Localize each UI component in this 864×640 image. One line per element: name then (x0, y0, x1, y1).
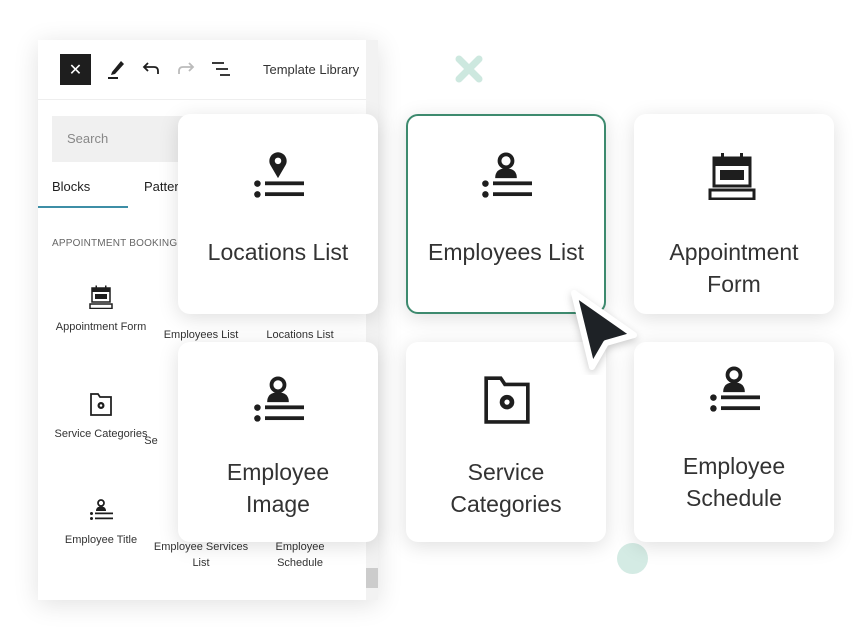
decorative-circle (617, 543, 648, 574)
employee-list-icon (252, 376, 304, 424)
tab-blocks[interactable]: Blocks (52, 179, 90, 194)
list-view-icon[interactable] (210, 58, 232, 80)
employee-list-icon (89, 499, 113, 521)
folder-gear-icon (90, 393, 112, 416)
close-button[interactable]: ✕ (60, 54, 91, 85)
card-appointment-form[interactable]: Appointment Form (634, 114, 834, 314)
editor-header: ✕ Template Library (38, 40, 378, 100)
block-label: Se (144, 435, 158, 447)
redo-icon[interactable] (176, 58, 196, 80)
calendar-form-icon (89, 285, 113, 309)
template-title[interactable]: Template Library (263, 62, 359, 77)
card-label: Employee Image (226, 459, 330, 517)
tab-patterns[interactable]: Patter (144, 179, 179, 194)
card-label: Locations List (207, 239, 349, 265)
block-partial[interactable]: Se (121, 433, 181, 449)
undo-icon[interactable] (141, 58, 161, 80)
active-tab-indicator (38, 206, 128, 208)
card-locations-list[interactable]: Locations List (178, 114, 378, 314)
pencil-icon[interactable] (106, 58, 126, 80)
block-employee-schedule[interactable]: Employee Schedule (250, 539, 350, 571)
block-label: Employee Title (64, 534, 138, 546)
card-label: Employee Schedule (682, 453, 786, 511)
block-label: Appointment Form (55, 321, 147, 333)
decorative-x-icon (455, 55, 483, 83)
block-employee-title[interactable]: Employee Title (51, 498, 151, 548)
employee-list-icon (480, 152, 532, 200)
block-label: Employee Services List (153, 541, 249, 569)
card-employees-list[interactable]: Employees List (406, 114, 606, 314)
block-label: Employees List (163, 329, 239, 341)
section-heading: APPOINTMENT BOOKING (52, 238, 178, 249)
card-employee-schedule[interactable]: Employee Schedule (634, 342, 834, 542)
folder-gear-icon (484, 376, 530, 424)
block-employees-list[interactable]: Employees List (151, 327, 251, 343)
mouse-cursor-icon (571, 290, 637, 370)
calendar-form-icon (708, 152, 756, 200)
scrollbar-thumb[interactable] (366, 568, 378, 588)
card-employee-image[interactable]: Employee Image (178, 342, 378, 542)
block-locations-list[interactable]: Locations List (250, 327, 350, 343)
block-appointment-form[interactable]: Appointment Form (51, 285, 151, 335)
block-label: Locations List (266, 329, 334, 341)
close-icon: ✕ (68, 61, 83, 79)
card-label: Employees List (428, 239, 584, 265)
block-employee-services-list[interactable]: Employee Services List (151, 539, 251, 571)
employee-list-icon (708, 366, 760, 414)
location-list-icon (254, 152, 304, 198)
card-label: Service Categories (450, 459, 562, 517)
block-label: Employee Schedule (275, 541, 325, 569)
card-label: Appointment Form (669, 239, 799, 297)
